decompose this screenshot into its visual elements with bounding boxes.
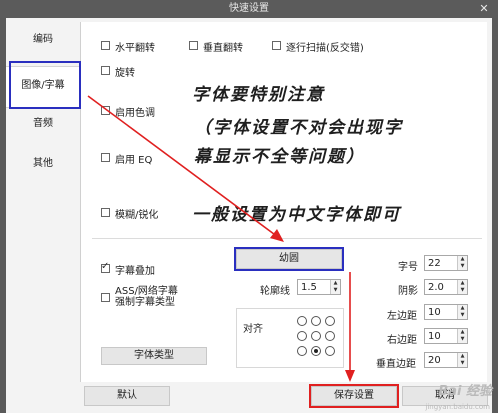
annotation-overlay [9,61,399,408]
arrow-head-icon [270,229,284,242]
highlight-box-font [234,247,344,271]
watermark-logo: Bai 经验 [438,384,492,399]
watermark-url: jingyan.baidu.com [425,403,490,411]
highlight-box-save [309,384,399,408]
highlight-box-sidebar [9,61,81,109]
arrow-head-icon [345,370,355,382]
annotation-arrow-to-font [87,95,283,241]
